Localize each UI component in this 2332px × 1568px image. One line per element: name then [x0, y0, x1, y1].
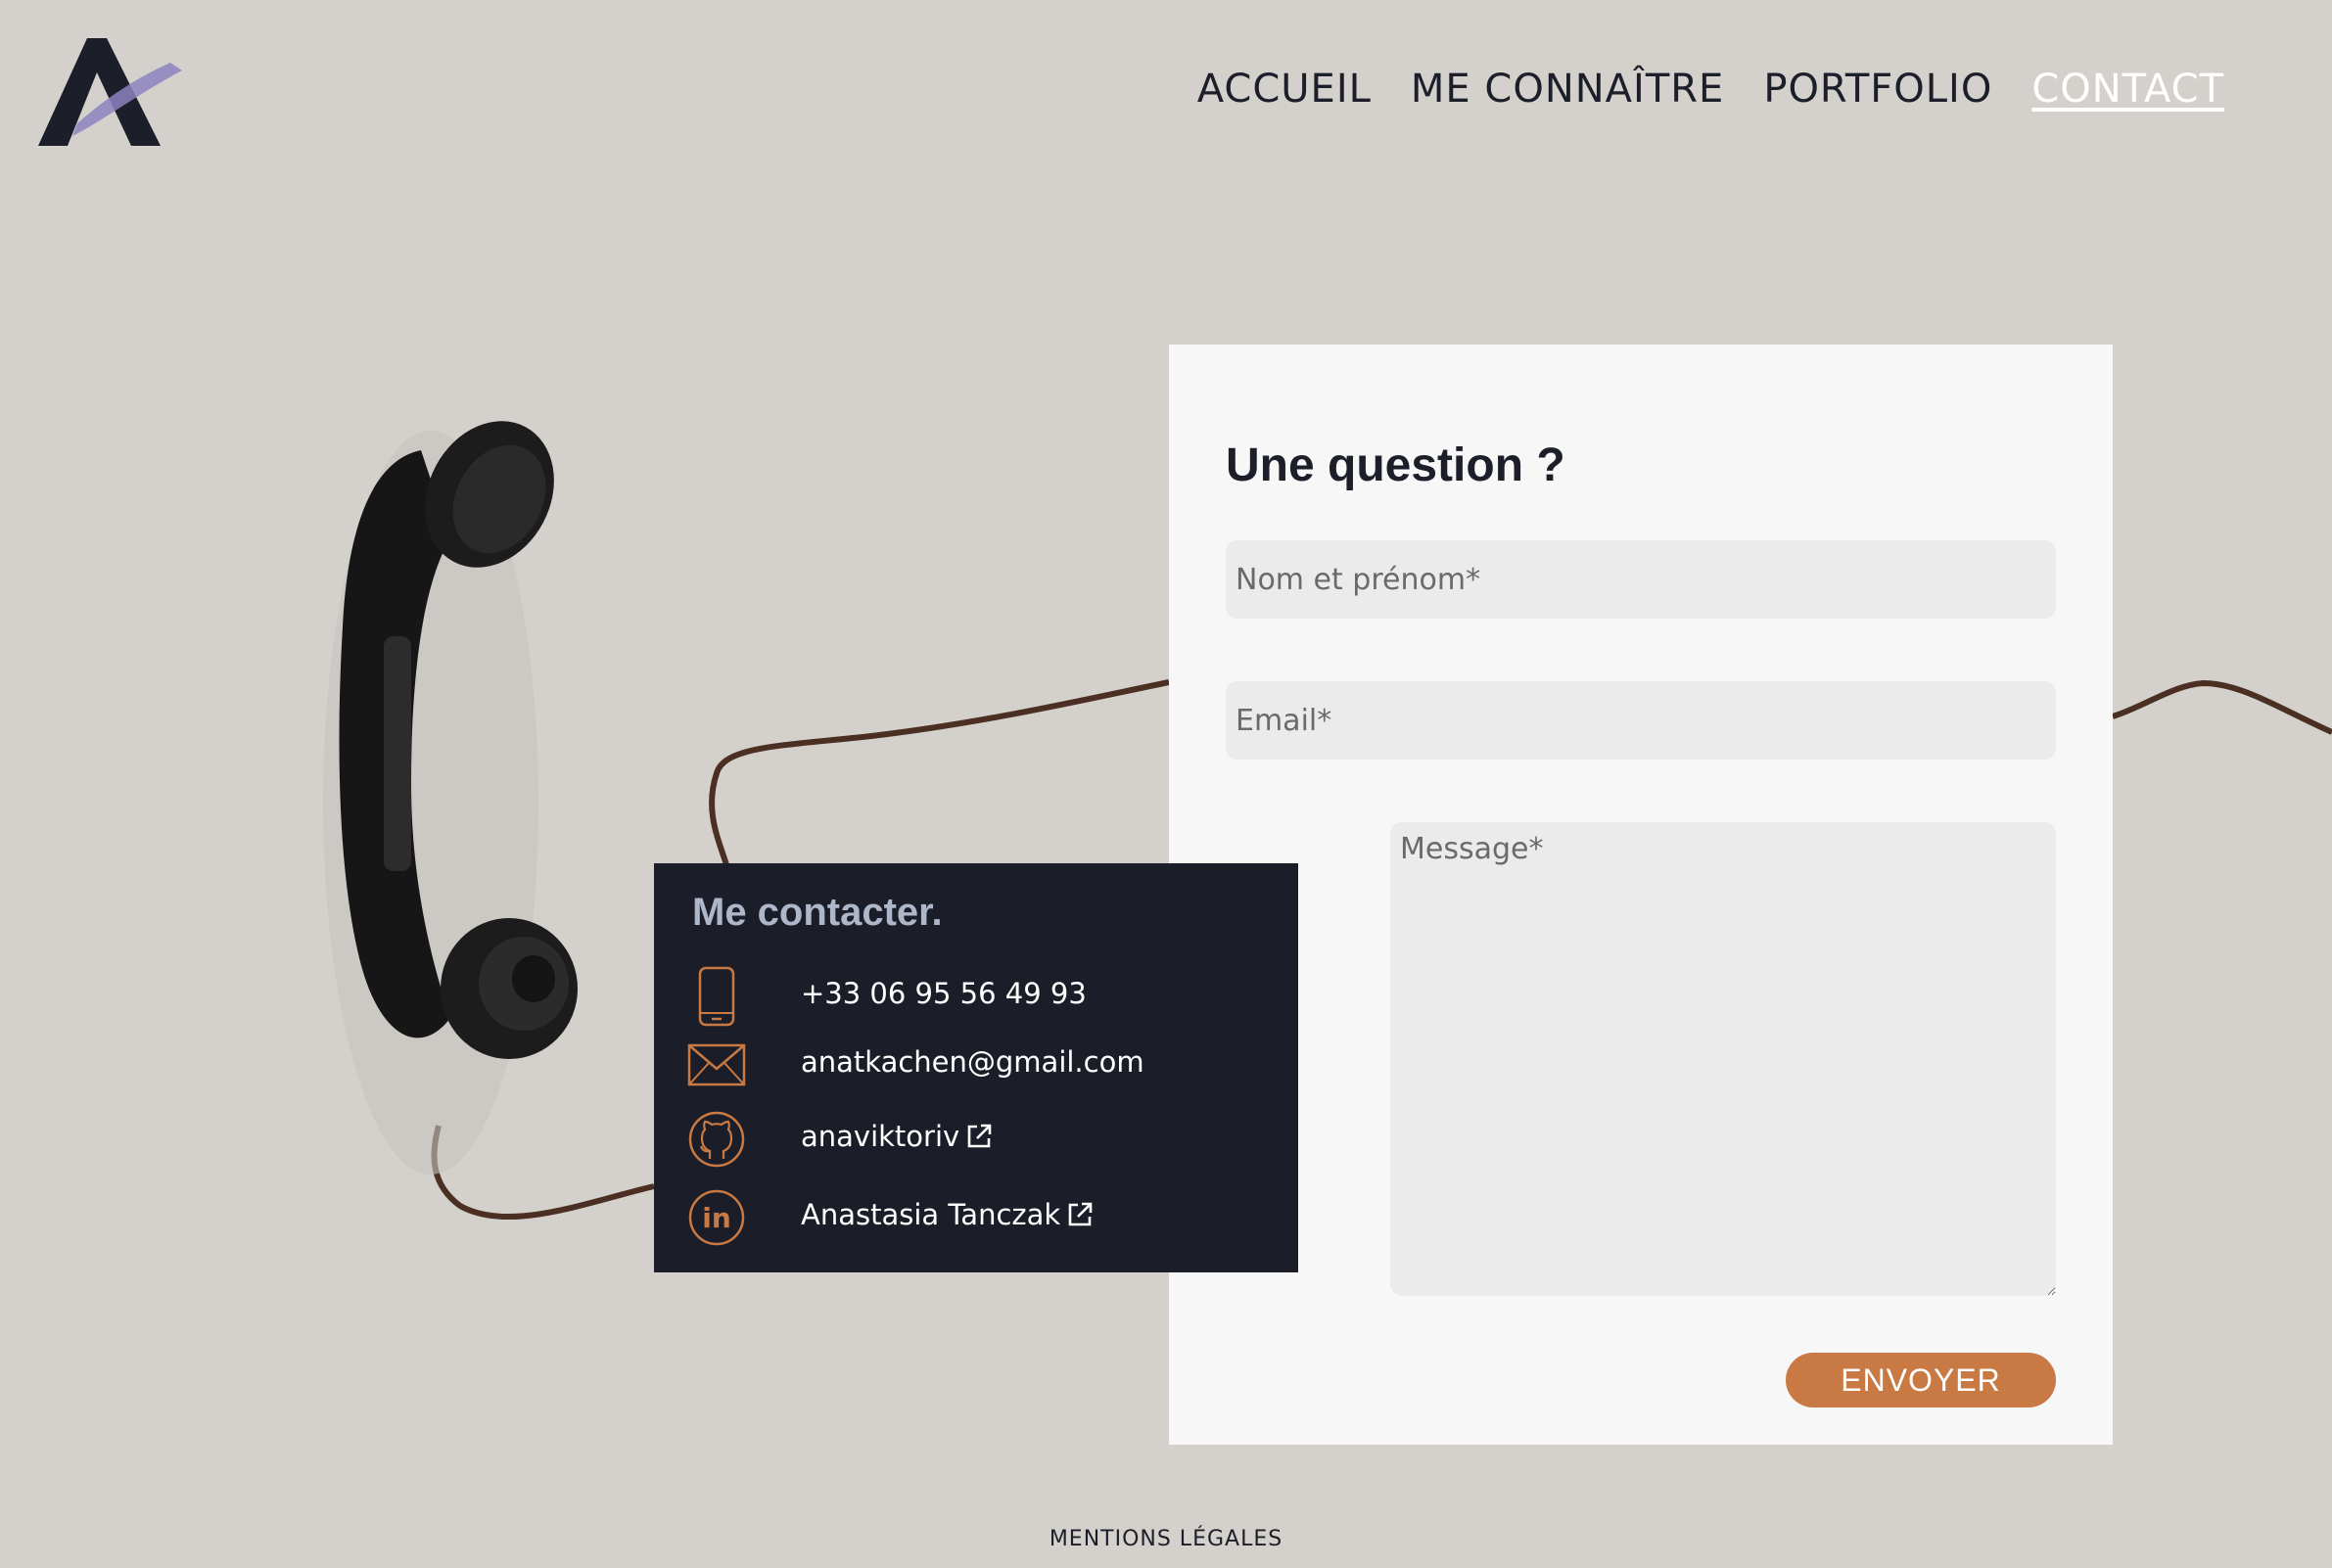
main-nav: ACCUEIL ME CONNAÎTRE PORTFOLIO CONTACT: [1197, 67, 2224, 112]
github-icon: [685, 1108, 748, 1171]
nav-link-portfolio[interactable]: PORTFOLIO: [1763, 67, 1992, 112]
linkedin-icon: in: [685, 1186, 748, 1249]
email-address[interactable]: anatkachen@gmail.com: [801, 1045, 1144, 1079]
github-link-wrap: anaviktoriv: [801, 1120, 993, 1153]
site-logo[interactable]: [33, 33, 190, 151]
message-field[interactable]: [1390, 822, 2056, 1296]
linkedin-link[interactable]: Anastasia Tanczak: [801, 1198, 1060, 1231]
email-field[interactable]: [1226, 681, 2056, 760]
form-title: Une question ?: [1226, 439, 1565, 491]
linkedin-link-wrap: Anastasia Tanczak: [801, 1198, 1094, 1231]
send-button[interactable]: ENVOYER: [1786, 1353, 2056, 1407]
external-link-icon[interactable]: [965, 1123, 993, 1150]
contact-title: Me contacter.: [692, 891, 943, 934]
phone-icon: [685, 965, 748, 1028]
contact-linkedin-row: in Anastasia Tanczak: [654, 1186, 1298, 1249]
contact-email-row: anatkachen@gmail.com: [654, 1034, 1298, 1096]
external-link-icon[interactable]: [1066, 1201, 1094, 1228]
svg-text:in: in: [702, 1202, 731, 1234]
phone-number[interactable]: +33 06 95 56 49 93: [801, 977, 1087, 1010]
github-link[interactable]: anaviktoriv: [801, 1120, 959, 1153]
contact-github-row: anaviktoriv: [654, 1108, 1298, 1171]
contact-phone-row: +33 06 95 56 49 93: [654, 965, 1298, 1028]
nav-link-accueil[interactable]: ACCUEIL: [1197, 67, 1372, 112]
nav-link-me-connaitre[interactable]: ME CONNAÎTRE: [1411, 67, 1724, 112]
footer: MENTIONS LÉGALES: [0, 1527, 2332, 1551]
nav-link-contact[interactable]: CONTACT: [2031, 67, 2224, 112]
legal-notice-link[interactable]: MENTIONS LÉGALES: [1049, 1527, 1283, 1551]
name-field[interactable]: [1226, 540, 2056, 619]
mail-icon: [685, 1034, 748, 1096]
contact-form-card: Une question ? ENVOYER: [1169, 345, 2113, 1445]
